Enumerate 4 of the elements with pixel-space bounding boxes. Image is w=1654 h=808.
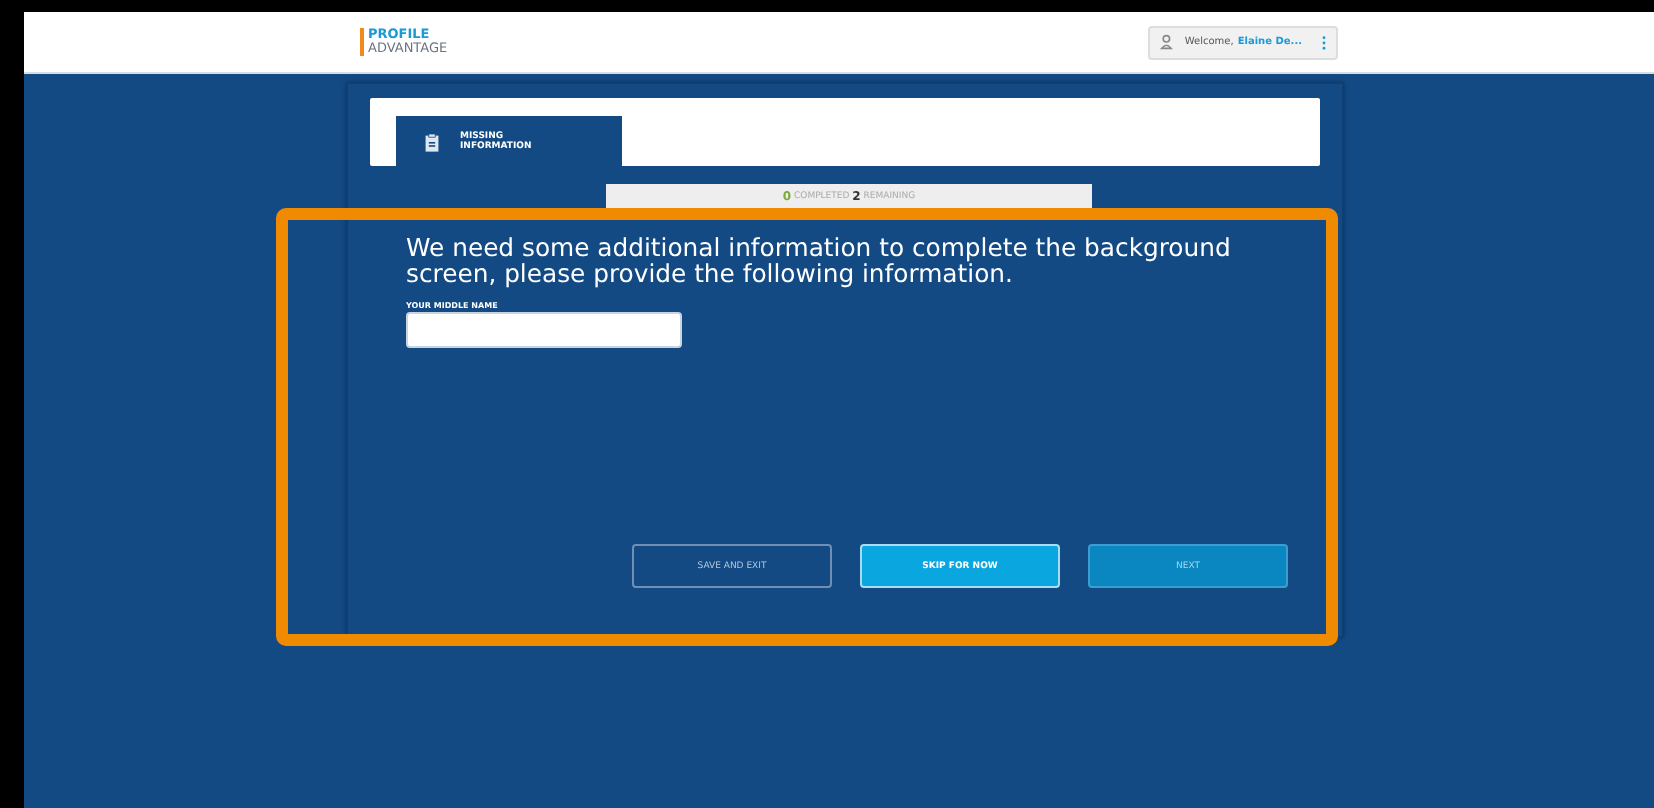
- input-field[interactable]: [406, 312, 682, 348]
- clipboard-icon: [424, 131, 440, 151]
- user-icon: [1160, 34, 1177, 50]
- form-heading: We need some additional information to complete the background screen, please provide the following information.: [406, 234, 1233, 286]
